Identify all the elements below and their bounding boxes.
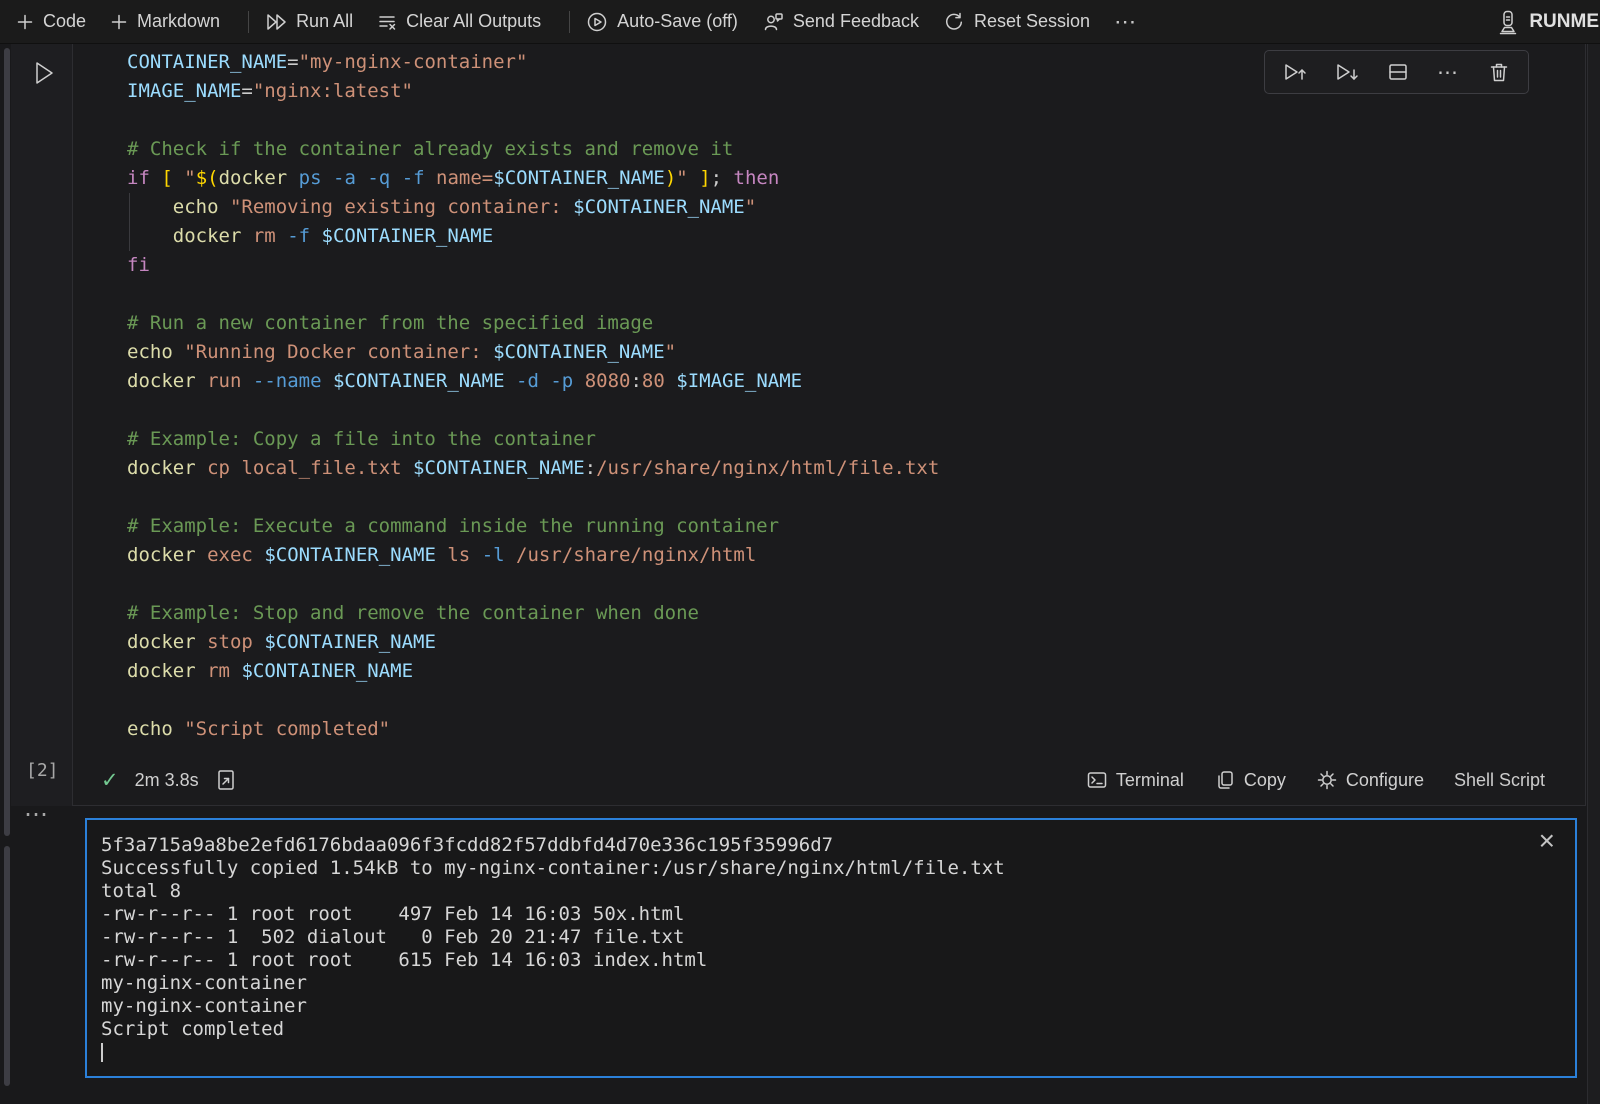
terminal-icon — [1086, 769, 1108, 791]
plus-icon — [16, 13, 34, 31]
send-feedback-icon — [762, 11, 784, 33]
execution-count: [2] — [26, 760, 59, 781]
cell-status-bar: ✓ 2m 3.8s Terminal Copy Configure Shell … — [73, 755, 1585, 805]
copy-icon — [1214, 769, 1236, 791]
notebook-scrollbar[interactable] — [1587, 44, 1600, 1104]
auto-save-icon — [586, 11, 608, 33]
delete-cell-icon[interactable] — [1488, 61, 1510, 83]
send-feedback-label: Send Feedback — [793, 11, 919, 32]
clear-outputs-icon — [377, 12, 397, 32]
runme-brand-label: RUNME — [1529, 11, 1599, 33]
execute-above-icon[interactable] — [1283, 61, 1307, 83]
toolbar-divider — [569, 11, 570, 33]
send-feedback-button[interactable]: Send Feedback — [762, 11, 919, 33]
plus-icon — [110, 13, 128, 31]
copy-button[interactable]: Copy — [1214, 769, 1286, 791]
close-output-icon[interactable]: × — [1539, 824, 1555, 858]
auto-save-toggle[interactable]: Auto-Save (off) — [586, 11, 738, 33]
output-focus-rail — [4, 846, 10, 1086]
toolbar-more-actions[interactable]: ⋯ — [1114, 9, 1138, 35]
code-cell: CONTAINER_NAME="my-nginx-container"IMAGE… — [72, 44, 1586, 806]
execution-duration: 2m 3.8s — [135, 770, 199, 791]
add-markdown-label: Markdown — [137, 11, 220, 32]
cell-language-label[interactable]: Shell Script — [1454, 770, 1545, 791]
auto-save-label: Auto-Save (off) — [617, 11, 738, 32]
copy-label: Copy — [1244, 770, 1286, 791]
cell-gutter — [11, 44, 72, 806]
add-code-button[interactable]: Code — [16, 11, 86, 32]
reset-session-label: Reset Session — [974, 11, 1090, 32]
cell-focus-rail — [4, 48, 10, 836]
toolbar-divider — [248, 11, 249, 33]
reset-session-button[interactable]: Reset Session — [943, 11, 1090, 33]
open-session-output-icon[interactable] — [215, 768, 237, 792]
terminal-label: Terminal — [1116, 770, 1184, 791]
reset-session-icon — [943, 11, 965, 33]
run-all-icon — [265, 12, 287, 32]
run-all-label: Run All — [296, 11, 353, 32]
add-markdown-button[interactable]: Markdown — [110, 11, 220, 32]
notebook-area: [2] ⋯ CONTAINER_NAME="my-nginx-container… — [0, 44, 1600, 1104]
terminal-button[interactable]: Terminal — [1086, 769, 1184, 791]
cell-toolbar: ⋯ — [1264, 50, 1529, 94]
success-check-icon: ✓ — [101, 768, 119, 793]
runme-rocket-icon — [1496, 9, 1520, 35]
add-code-label: Code — [43, 11, 86, 32]
split-cell-icon[interactable] — [1387, 61, 1409, 83]
cell-more-actions-icon[interactable]: ⋯ — [1437, 60, 1460, 85]
execute-below-icon[interactable] — [1335, 61, 1359, 83]
clear-all-outputs-button[interactable]: Clear All Outputs — [377, 11, 541, 32]
code-editor[interactable]: CONTAINER_NAME="my-nginx-container"IMAGE… — [127, 48, 1565, 744]
output-menu-button[interactable]: ⋯ — [24, 800, 49, 829]
run-cell-button[interactable] — [28, 58, 58, 88]
clear-all-outputs-label: Clear All Outputs — [406, 11, 541, 32]
gear-icon — [1316, 769, 1338, 791]
runme-brand: RUNME — [1496, 9, 1600, 35]
play-icon — [28, 58, 58, 88]
cell-output: 5f3a715a9a8be2efd6176bdaa096f3fcdd82f57d… — [85, 818, 1577, 1078]
configure-button[interactable]: Configure — [1316, 769, 1424, 791]
text-cursor — [101, 1043, 103, 1062]
output-text: 5f3a715a9a8be2efd6176bdaa096f3fcdd82f57d… — [101, 834, 1515, 1064]
notebook-toolbar: Code Markdown Run All Clear All Outputs … — [0, 0, 1600, 44]
configure-label: Configure — [1346, 770, 1424, 791]
run-all-button[interactable]: Run All — [265, 11, 353, 32]
